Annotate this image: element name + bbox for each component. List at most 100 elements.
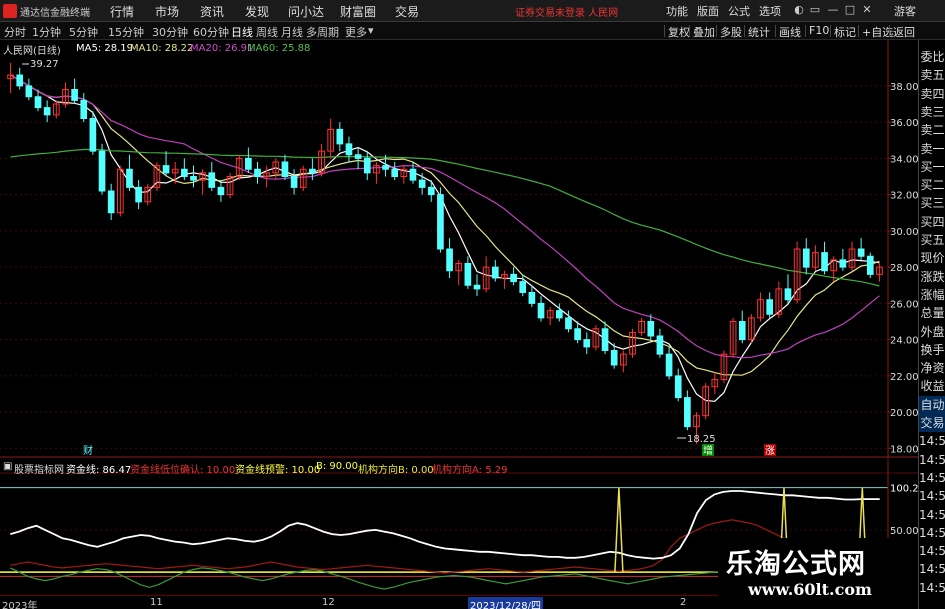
side-item[interactable]: 涨幅 (919, 286, 945, 304)
side-item[interactable]: 换手 (919, 341, 945, 359)
side-item[interactable]: 卖一 (919, 140, 945, 158)
window-icon[interactable]: ▭ (808, 3, 822, 17)
period-30min[interactable]: 30分钟 (152, 24, 188, 40)
candle-body (281, 161, 289, 177)
indicator-name[interactable]: 股票指标网 (14, 461, 64, 476)
side-item[interactable]: 卖三 (919, 103, 945, 121)
candle-body (610, 350, 618, 366)
candle-body (464, 263, 472, 286)
tool-adjust[interactable]: 复权 (664, 24, 690, 40)
guest-label[interactable]: 游客 (894, 3, 916, 19)
side-item[interactable]: 买四 (919, 213, 945, 231)
date-label: 12 (322, 597, 335, 608)
ma60-line (10, 148, 880, 287)
tool-multistock[interactable]: 多股 (716, 24, 742, 40)
candle-body (665, 353, 673, 377)
close-icon[interactable]: ✕ (860, 3, 874, 17)
maximize-icon[interactable]: □ (843, 3, 857, 17)
candle-body (738, 321, 746, 341)
period-timeshare[interactable]: 分时 (4, 24, 26, 40)
indicator-switch-icon[interactable]: ▣ (3, 461, 12, 472)
tool-f10[interactable]: F10 (804, 24, 829, 37)
menu-item-trade[interactable]: 交易 (395, 3, 419, 20)
tool-mark[interactable]: 标记 (830, 24, 856, 40)
candle-body (309, 168, 316, 174)
side-item[interactable]: 总量 (919, 304, 945, 322)
minimize-icon[interactable]: — (826, 3, 840, 17)
period-daily[interactable]: 日线 (231, 24, 253, 40)
side-item[interactable]: 自动 (919, 395, 945, 414)
ma60-legend: MA60: 25.88 (247, 43, 311, 54)
side-item[interactable]: 买一 (919, 158, 945, 176)
side-item[interactable]: 外盘 (919, 323, 945, 341)
period-more[interactable]: 更多 (345, 24, 367, 40)
login-status[interactable]: 证券交易未登录 人民网 (515, 4, 618, 19)
menu-formula[interactable]: 公式 (728, 3, 750, 19)
candle-body (674, 375, 682, 399)
side-item[interactable]: 14:5 (919, 451, 945, 469)
candle-body (336, 128, 344, 145)
skin-icon[interactable]: ◐ (792, 3, 806, 17)
period-multi[interactable]: 多周期 (306, 24, 339, 40)
tool-overlay[interactable]: 叠加 (689, 24, 715, 40)
side-item[interactable]: 买五 (919, 231, 945, 249)
side-item[interactable]: 委比 (919, 48, 945, 66)
menu-layout[interactable]: 版面 (697, 3, 719, 19)
period-15min[interactable]: 15分钟 (108, 24, 144, 40)
period-5min[interactable]: 5分钟 (69, 24, 98, 40)
candle-body (98, 150, 106, 192)
menu-item-wealth[interactable]: 财富圈 (340, 3, 376, 20)
period-more-chevron-icon[interactable]: ▾ (368, 24, 374, 37)
candle-body (25, 85, 33, 98)
indicator-inst-b: 机构方向B: 0.00 (358, 465, 434, 476)
side-item[interactable]: 卖二 (919, 121, 945, 139)
side-item[interactable]: 14:5 (919, 469, 945, 487)
candle-body (254, 168, 261, 177)
period-60min[interactable]: 60分钟 (193, 24, 229, 40)
side-item[interactable]: 14:5 (919, 487, 945, 505)
side-item[interactable]: 卖四 (919, 85, 945, 103)
menu-item-discover[interactable]: 发现 (245, 3, 269, 20)
candle-body (126, 168, 133, 188)
candlestick-chart[interactable]: 18.00 20.00 22.00 24.00 26.00 28.00 30.00 32.00… (0, 40, 918, 458)
side-item[interactable]: 14:5 (919, 432, 945, 450)
candle-body (34, 96, 42, 109)
side-item[interactable]: 14:5 (919, 524, 945, 542)
menu-options[interactable]: 选项 (759, 3, 781, 19)
side-item[interactable]: 14:5 (919, 560, 945, 578)
candle-body (190, 176, 197, 181)
side-item[interactable]: 买二 (919, 176, 945, 194)
side-item[interactable]: 买三 (919, 194, 945, 212)
side-item[interactable]: 交易 (919, 414, 945, 432)
side-item[interactable]: 净资 (919, 359, 945, 377)
menu-item-news[interactable]: 资讯 (200, 3, 224, 20)
y-tick-label: 30.00 (890, 227, 918, 238)
side-item[interactable]: 涨跌 (919, 268, 945, 286)
app-title: 通达信金融终端 (20, 8, 90, 19)
menu-function[interactable]: 功能 (666, 3, 688, 19)
candle-body (583, 339, 591, 348)
menu-item-market[interactable]: 市场 (155, 3, 179, 20)
side-item[interactable]: 14:5 (919, 542, 945, 560)
tool-draw[interactable]: 画线 (775, 24, 801, 40)
side-item[interactable]: 14:5 (919, 579, 945, 597)
period-1min[interactable]: 1分钟 (32, 24, 61, 40)
tool-stats[interactable]: 统计 (744, 24, 770, 40)
candle-body (647, 321, 655, 337)
low-price-label: 18.25 (687, 434, 716, 445)
menu-item-quotes[interactable]: 行情 (110, 3, 134, 20)
side-item[interactable]: 收益 (919, 377, 945, 395)
candle-body (839, 259, 847, 268)
tool-back[interactable]: 返回 (889, 24, 915, 40)
candle-body (866, 255, 874, 275)
y-tick-label: 26.00 (890, 299, 918, 310)
menu-item-ask[interactable]: 问小达 (288, 3, 324, 20)
period-weekly[interactable]: 周线 (256, 24, 278, 40)
side-item[interactable]: 卖五 (919, 66, 945, 84)
date-label: 2023年 (2, 601, 38, 609)
side-item[interactable]: 14:5 (919, 506, 945, 524)
side-item[interactable]: 现价 (919, 249, 945, 267)
candle-body (555, 310, 563, 319)
candle-body (537, 302, 545, 319)
period-monthly[interactable]: 月线 (281, 24, 303, 40)
